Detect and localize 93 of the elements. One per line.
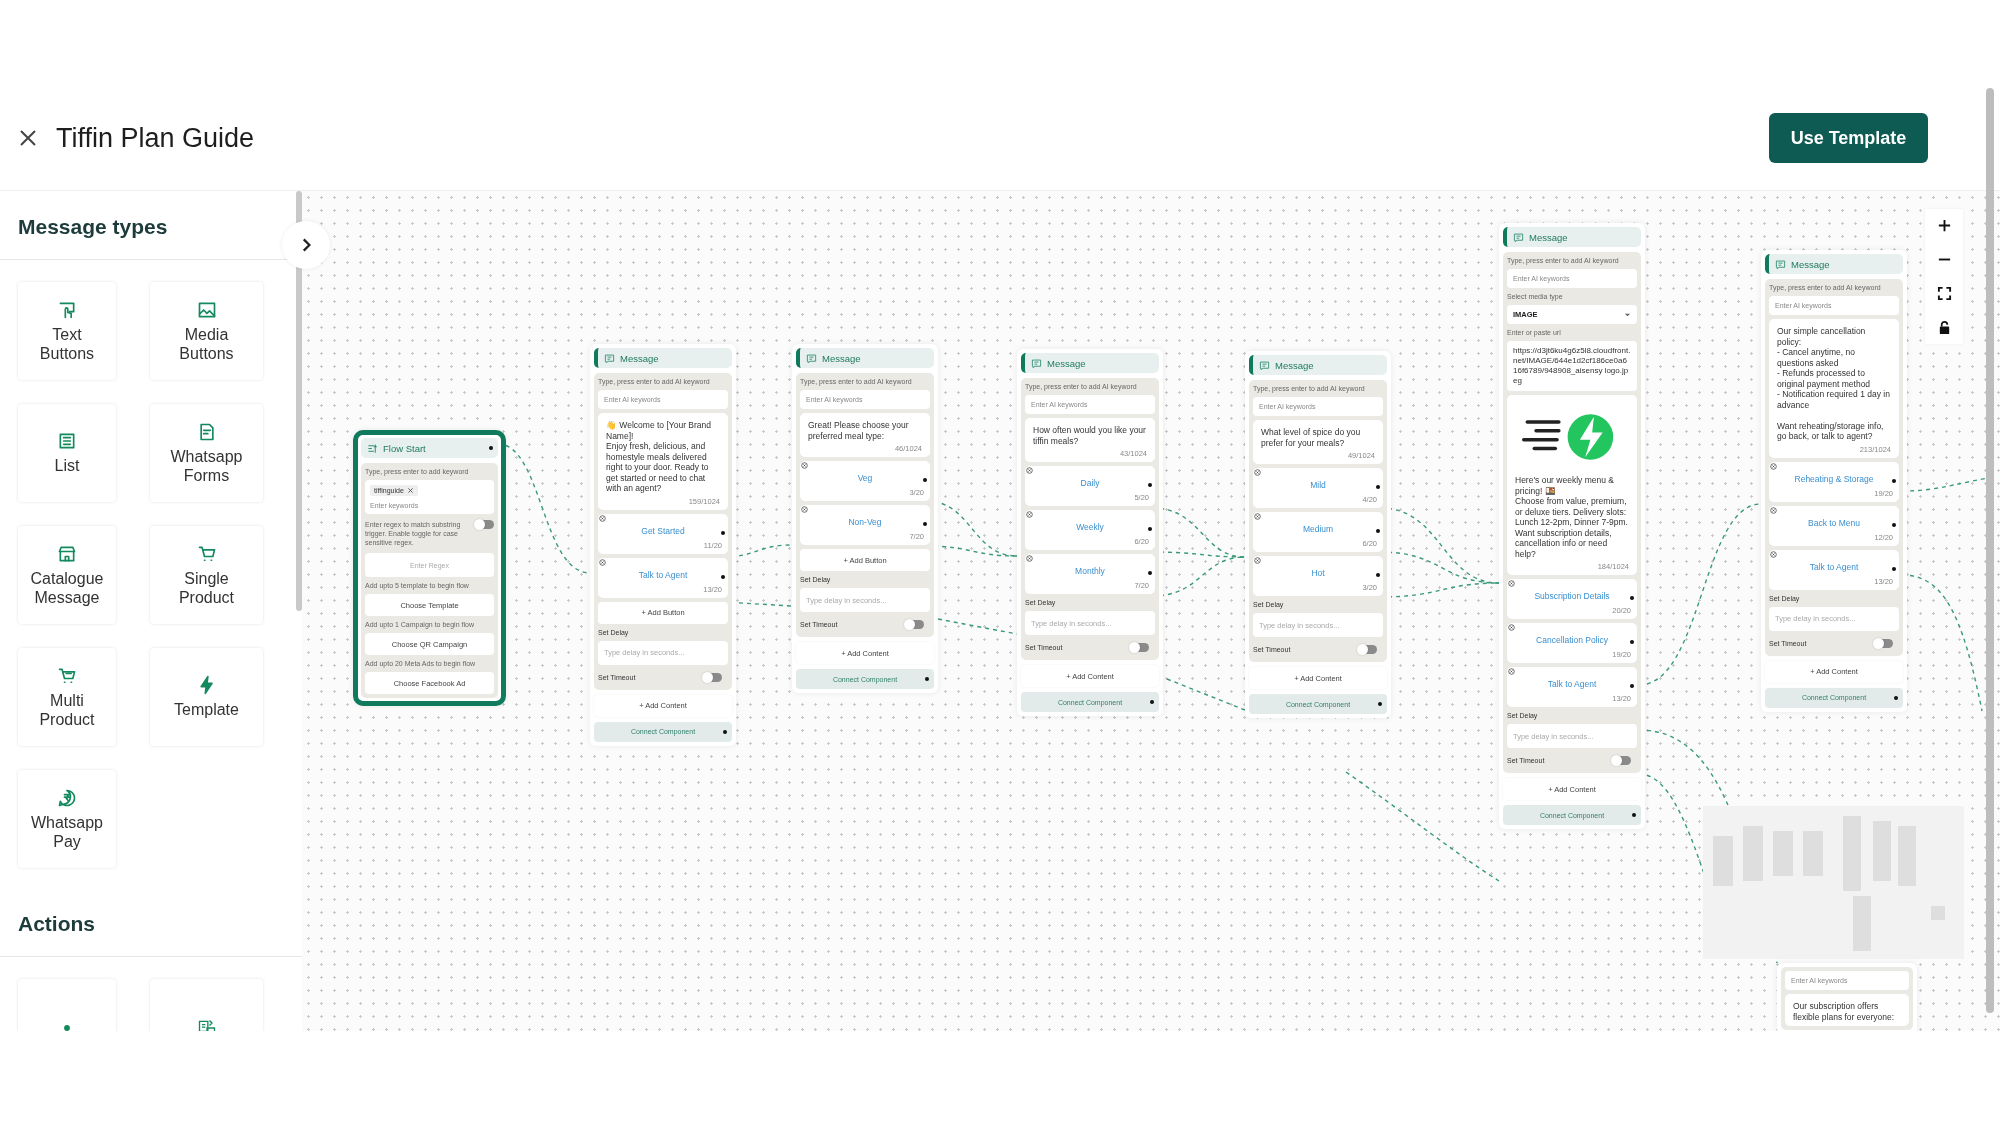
- connection-handle[interactable]: [923, 478, 927, 482]
- message-type-tile[interactable]: Single Product: [150, 526, 263, 624]
- connection-handle[interactable]: [1894, 695, 1898, 700]
- node-header[interactable]: Flow Start: [361, 438, 498, 458]
- remove-icon[interactable]: [1254, 469, 1261, 476]
- node-header[interactable]: Message: [1503, 227, 1641, 247]
- connection-handle[interactable]: [1376, 529, 1380, 533]
- message-type-tile[interactable]: Template: [150, 648, 263, 746]
- flow-icon: [367, 442, 378, 454]
- node-header[interactable]: Message: [1765, 254, 1903, 274]
- zoom-in-icon[interactable]: [1936, 218, 1952, 233]
- connection-handle[interactable]: [1148, 527, 1152, 531]
- connection-handle[interactable]: [1630, 640, 1634, 644]
- message-text: Our subscription offers flexible plans for everyone:: [1793, 1001, 1896, 1022]
- toggle-switch[interactable]: [906, 620, 924, 629]
- message-node[interactable]: [792, 344, 938, 693]
- message-type-tile[interactable]: Multi Product: [18, 648, 116, 746]
- node-header[interactable]: Message: [796, 348, 934, 368]
- message-node[interactable]: [1017, 349, 1163, 716]
- message-text: Here's our weekly menu & pricing! 🍱 Choose from value, premium, or deluxe tiers. Delivery slots: Lunch 12-2pm, Dinner 7-9pm. Want subscription details, cancellation info or need help?: [1515, 475, 1629, 559]
- fit-view-icon[interactable]: [1936, 286, 1952, 301]
- remove-icon[interactable]: [1770, 506, 1777, 514]
- remove-icon[interactable]: [1770, 462, 1777, 470]
- connection-handle[interactable]: [1150, 700, 1154, 704]
- connection-handle[interactable]: [721, 530, 725, 535]
- message-icon: [1775, 258, 1786, 270]
- message-icon: [604, 352, 615, 364]
- connection-handle[interactable]: [489, 446, 493, 450]
- toggle-switch[interactable]: [476, 520, 494, 529]
- node-header[interactable]: Message: [1249, 355, 1387, 375]
- flow-start-node[interactable]: [353, 430, 506, 706]
- message-icon: [1259, 359, 1270, 371]
- message-type-tile[interactable]: List: [18, 404, 116, 502]
- connection-handle[interactable]: [1376, 485, 1380, 489]
- message-node[interactable]: [1499, 223, 1645, 829]
- message-icon: [806, 352, 817, 364]
- remove-icon[interactable]: [1508, 624, 1515, 631]
- node-header[interactable]: Message: [594, 348, 732, 368]
- message-text: What level of spice do you prefer for your meals?: [1261, 427, 1362, 448]
- connection-handle[interactable]: [925, 677, 929, 681]
- remove-icon[interactable]: [599, 514, 606, 522]
- connection-handle[interactable]: [721, 574, 725, 579]
- connection-handle[interactable]: [1630, 684, 1634, 688]
- connection-handle[interactable]: [923, 522, 927, 526]
- message-node[interactable]: [1761, 250, 1907, 712]
- connection-handle[interactable]: [1892, 478, 1896, 483]
- caret-icon: [1624, 312, 1631, 317]
- message-icon: [1513, 231, 1524, 243]
- list-icon: [57, 431, 77, 451]
- connection-handle[interactable]: [1892, 566, 1896, 571]
- message-text: How often would you like your tiffin meals?: [1033, 425, 1147, 446]
- message-type-tile[interactable]: Whatsapp Pay: [18, 770, 116, 868]
- remove-icon[interactable]: [599, 558, 606, 566]
- remove-icon[interactable]: [1770, 550, 1777, 558]
- toggle-switch[interactable]: [1875, 638, 1893, 648]
- message-text: Great! Please choose your preferred meal type:: [808, 420, 910, 441]
- connection-handle[interactable]: [1630, 596, 1634, 600]
- remove-icon[interactable]: [1508, 668, 1515, 675]
- toggle-switch[interactable]: [1613, 756, 1631, 765]
- page-title: Tiffin Plan Guide: [56, 122, 255, 154]
- toggle-switch[interactable]: [1359, 645, 1377, 654]
- url-field[interactable]: https://d3jt6ku4g6z5l8.cloudfront.net/IMAGE/644e1d2cf186ce0a616f6789/948908_aisensy logo.jpeg: [1507, 341, 1637, 391]
- toggle-switch[interactable]: [704, 672, 722, 682]
- connection-handle[interactable]: [723, 729, 727, 734]
- connection-handle[interactable]: [1632, 813, 1636, 817]
- connection-handle[interactable]: [1892, 522, 1896, 527]
- connection-handle[interactable]: [1148, 483, 1152, 487]
- remove-icon[interactable]: [1026, 555, 1033, 562]
- message-type-tile[interactable]: Whatsapp Forms: [150, 404, 263, 502]
- scrollbar[interactable]: [1986, 88, 1994, 1013]
- node-header[interactable]: Message: [1021, 353, 1159, 373]
- close-icon[interactable]: [406, 487, 414, 494]
- remove-icon[interactable]: [801, 506, 808, 513]
- message-text: 👋 Welcome to [Your Brand Name]! Enjoy fresh, delicious, and homestyle meals delivered right to your door. Ready to get started or need to chat with an agent?: [606, 420, 713, 494]
- remove-icon[interactable]: [1508, 580, 1515, 587]
- message-icon: [1031, 357, 1042, 369]
- message-type-tile[interactable]: Text Buttons: [18, 282, 116, 380]
- remove-icon[interactable]: [801, 462, 808, 469]
- message-node[interactable]: [1245, 351, 1391, 718]
- remove-icon[interactable]: [1026, 467, 1033, 474]
- remove-icon[interactable]: [1254, 513, 1261, 520]
- connection-handle[interactable]: [1376, 573, 1380, 577]
- close-icon[interactable]: [18, 128, 38, 148]
- remove-icon[interactable]: [1254, 557, 1261, 564]
- remove-icon[interactable]: [1026, 511, 1033, 518]
- message-text: Our simple cancellation policy: - Cancel anytime, no questions asked - Refunds processed to original payment method - Notification required 1 day in advance Want reheating/storage info, go back, or talk to agent?: [1777, 326, 1891, 442]
- message-node[interactable]: [590, 344, 736, 746]
- message-type-tile[interactable]: Media Buttons: [150, 282, 263, 380]
- connection-handle[interactable]: [1148, 571, 1152, 575]
- toggle-switch[interactable]: [1131, 643, 1149, 652]
- connection-handle[interactable]: [1378, 702, 1382, 706]
- message-type-tile[interactable]: Catalogue Message: [18, 526, 116, 624]
- use-template-button[interactable]: Use Template: [1769, 113, 1928, 163]
